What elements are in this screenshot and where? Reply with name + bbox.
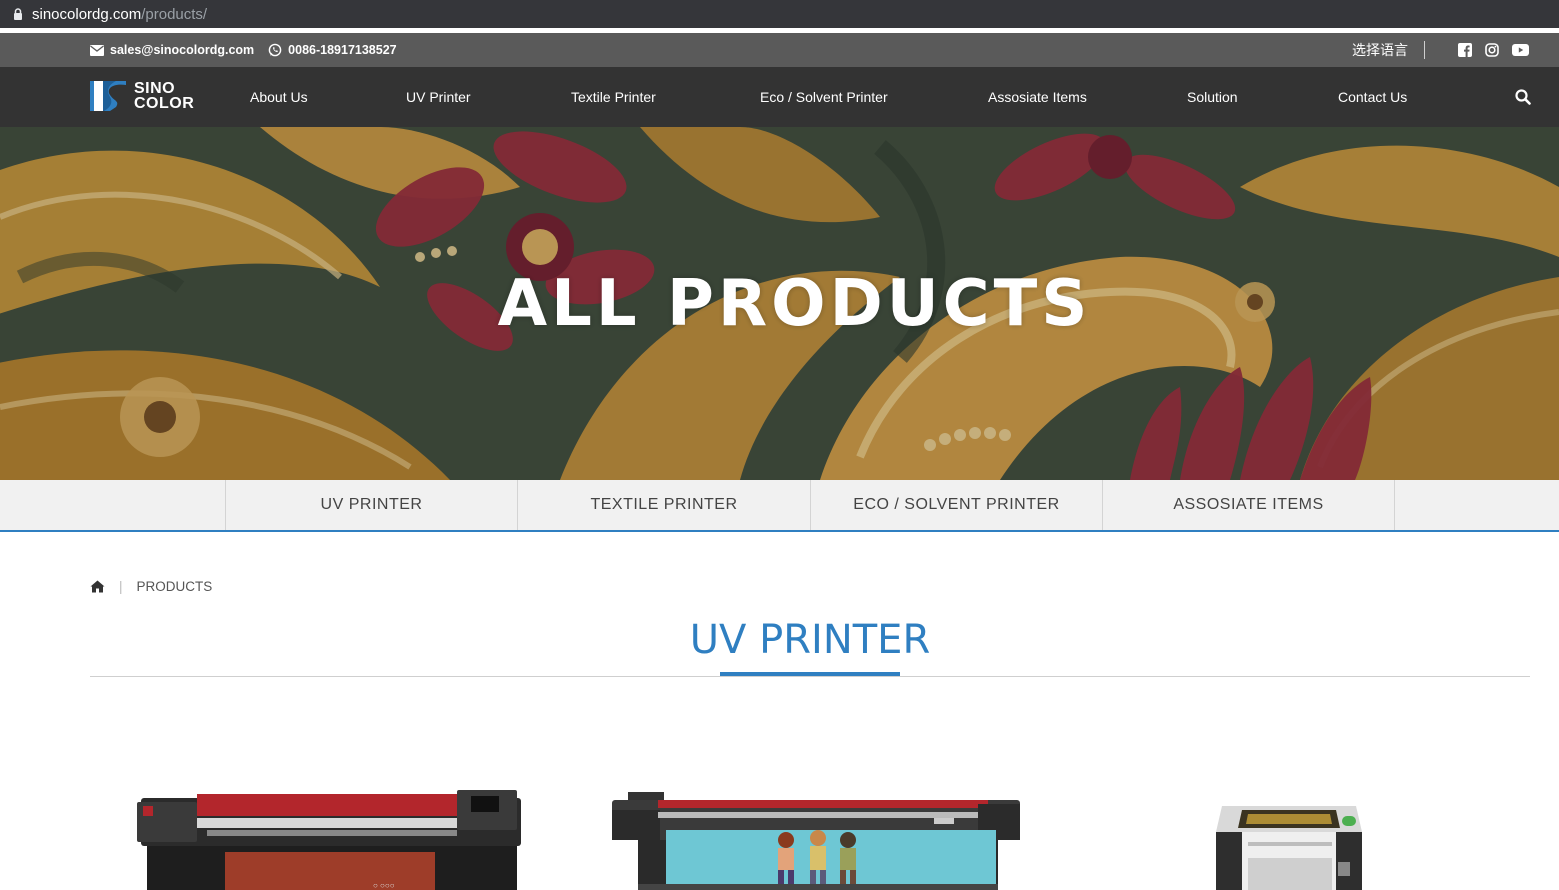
nav-item-assosiate-items[interactable]: Assosiate Items <box>988 67 1087 127</box>
contact-info: sales@sinocolordg.com 0086-18917138527 <box>90 33 411 67</box>
logo-line-1: SINO <box>134 80 176 97</box>
hero-title: ALL PRODUCTS <box>497 266 1092 341</box>
url-domain: sinocolordg.com <box>32 5 142 23</box>
nav-item-contact-us[interactable]: Contact Us <box>1338 67 1407 127</box>
nav-item-textile-printer[interactable]: Textile Printer <box>571 67 656 127</box>
breadcrumb-separator: | <box>119 578 123 594</box>
nav-item-eco-solvent-printer[interactable]: Eco / Solvent Printer <box>760 67 888 127</box>
search-icon[interactable] <box>1514 88 1532 106</box>
tab-eco-solvent-printer[interactable]: ECO / SOLVENT PRINTER <box>810 480 1102 530</box>
topbar-divider <box>1424 41 1425 59</box>
youtube-icon[interactable] <box>1512 44 1529 56</box>
logo-mark-icon <box>90 81 126 111</box>
url-path: /products/ <box>141 5 208 23</box>
product-image-uv-printer-2[interactable] <box>608 790 1024 890</box>
hero-banner: ALL PRODUCTS <box>0 127 1559 480</box>
nav-item-uv-printer[interactable]: UV Printer <box>406 67 471 127</box>
breadcrumb: | PRODUCTS <box>90 577 212 595</box>
phone-link[interactable]: 0086-18917138527 <box>268 43 397 57</box>
site-logo[interactable]: SINO COLOR <box>90 80 195 112</box>
svg-text:○ ○○○: ○ ○○○ <box>373 881 395 890</box>
browser-address-bar[interactable]: sinocolordg.com/products/ <box>0 0 1559 28</box>
category-tabs: UV PRINTER TEXTILE PRINTER ECO / SOLVENT… <box>0 480 1559 532</box>
product-image-uv-printer-3[interactable] <box>1212 802 1366 890</box>
top-info-bar: sales@sinocolordg.com 0086-18917138527 选… <box>0 33 1559 67</box>
whatsapp-icon <box>268 43 282 57</box>
section-title-underline <box>720 672 900 676</box>
tab-textile-printer[interactable]: TEXTILE PRINTER <box>517 480 810 530</box>
instagram-icon[interactable] <box>1485 43 1499 57</box>
section-title: UV PRINTER <box>689 617 931 663</box>
breadcrumb-current: PRODUCTS <box>136 578 213 594</box>
product-image-uv-printer-1[interactable]: ○ ○○○ <box>137 790 525 890</box>
tab-uv-printer[interactable]: UV PRINTER <box>225 480 517 530</box>
email-text: sales@sinocolordg.com <box>110 43 255 57</box>
home-icon[interactable] <box>90 580 105 593</box>
email-link[interactable]: sales@sinocolordg.com <box>90 43 254 57</box>
logo-wordmark: SINO COLOR <box>134 80 195 112</box>
section-divider <box>90 676 1530 677</box>
main-navigation: SINO COLOR About Us UV Printer Textile P… <box>0 67 1559 127</box>
phone-text: 0086-18917138527 <box>288 43 397 57</box>
lock-icon <box>14 8 22 20</box>
nav-item-solution[interactable]: Solution <box>1187 67 1238 127</box>
language-selector[interactable]: 选择语言 <box>1352 33 1408 67</box>
nav-item-about-us[interactable]: About Us <box>250 67 308 127</box>
social-links <box>1458 33 1542 67</box>
tab-assosiate-items[interactable]: ASSOSIATE ITEMS <box>1102 480 1395 530</box>
logo-line-2: COLOR <box>134 95 195 112</box>
facebook-icon[interactable] <box>1458 43 1472 57</box>
envelope-icon <box>90 44 104 56</box>
